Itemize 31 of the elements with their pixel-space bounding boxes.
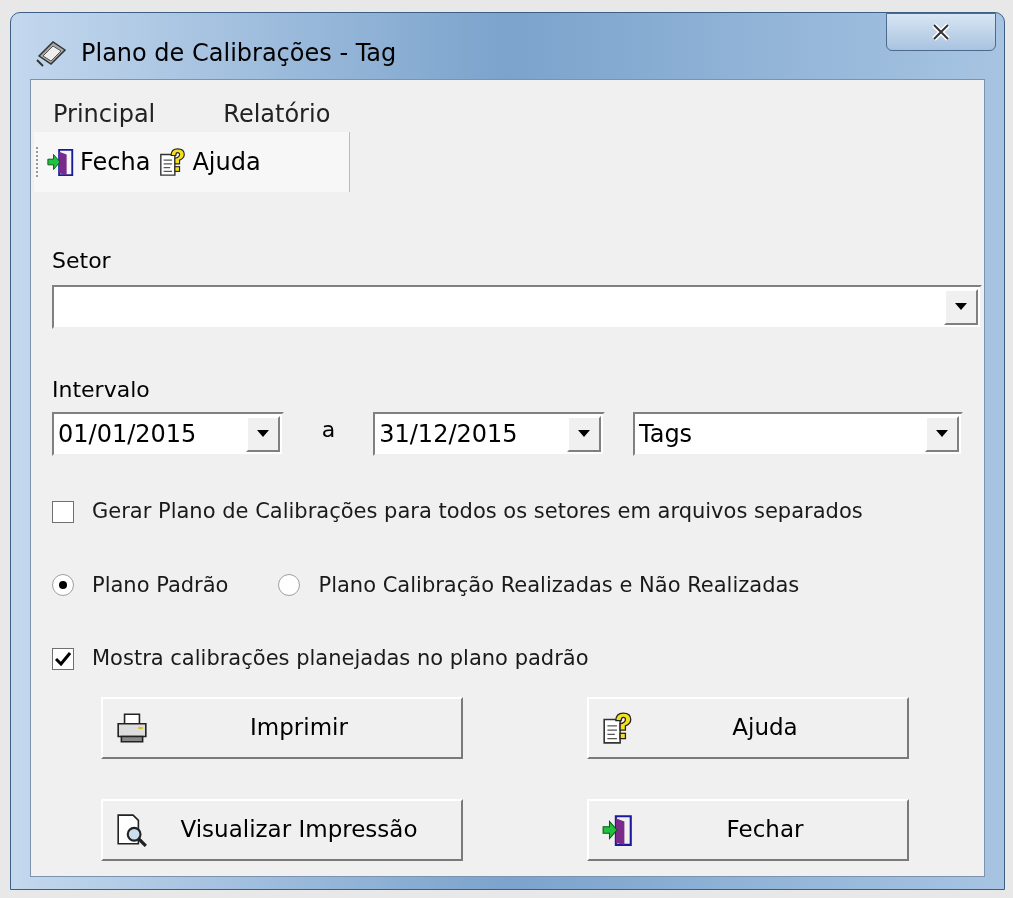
- checkbox-label: Gerar Plano de Calibrações para todos os setores em arquivos separados: [92, 498, 863, 525]
- field-label: Intervalo: [52, 376, 151, 404]
- close-button[interactable]: [886, 13, 996, 51]
- field-label: Setor: [52, 247, 112, 275]
- menu-item[interactable]: Relatório: [223, 96, 331, 132]
- report-type-dropdown[interactable]: Tags: [633, 412, 963, 456]
- setor-dropdown[interactable]: [52, 285, 982, 329]
- radio-button[interactable]: [52, 574, 74, 597]
- printer-icon: [115, 710, 149, 745]
- close-icon[interactable]: [931, 23, 951, 41]
- radio-label: Plano Padrão: [92, 571, 229, 599]
- date-picker[interactable]: 31/12/2015: [373, 412, 605, 456]
- window-title: Plano de Calibrações - Tag: [81, 38, 397, 69]
- action-button[interactable]: Fechar: [587, 798, 909, 861]
- action-button[interactable]: Visualizar Impressão: [101, 798, 463, 861]
- action-button[interactable]: Ajuda: [587, 696, 909, 759]
- action-button[interactable]: Imprimir: [101, 696, 463, 759]
- document-magnifier-icon: [115, 812, 149, 847]
- date-picker[interactable]: 01/01/2015: [52, 412, 284, 456]
- checkbox[interactable]: [52, 647, 74, 670]
- door-arrow-icon: [46, 147, 76, 177]
- radio-button[interactable]: [278, 574, 301, 597]
- checkbox[interactable]: [52, 500, 74, 523]
- door-arrow-icon: [601, 812, 635, 847]
- toolbar-button[interactable]: Fecha: [46, 144, 151, 180]
- radio-label: Plano Calibração Realizadas e Não Realizadas: [318, 571, 800, 599]
- checkbox-label: Mostra calibrações planejadas no plano padrão: [92, 645, 589, 672]
- toolbar-button[interactable]: Ajuda: [158, 144, 261, 180]
- menu-item[interactable]: Principal: [53, 96, 156, 132]
- range-separator: a: [321, 415, 336, 444]
- window-app-icon: [35, 38, 69, 68]
